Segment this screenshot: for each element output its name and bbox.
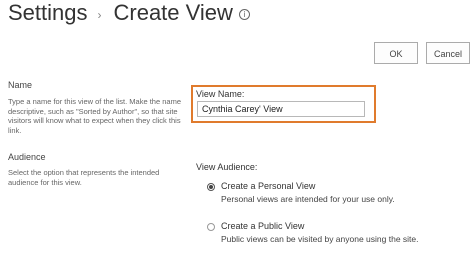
- ok-button[interactable]: OK: [374, 42, 418, 64]
- breadcrumb-separator-icon: ›: [97, 8, 102, 22]
- name-section-title: Name: [8, 80, 33, 90]
- public-view-radio[interactable]: [207, 223, 215, 231]
- personal-view-option-description: Personal views are intended for your use…: [221, 194, 395, 204]
- view-name-label: View Name:: [196, 89, 245, 99]
- view-audience-label: View Audience:: [196, 162, 258, 172]
- personal-view-option-label[interactable]: Create a Personal View: [221, 181, 315, 191]
- audience-section-title: Audience: [8, 152, 46, 162]
- page-title-text: Create View: [113, 0, 233, 25]
- personal-view-radio[interactable]: [207, 183, 215, 191]
- public-view-option-description: Public views can be visited by anyone us…: [221, 234, 419, 244]
- cancel-button[interactable]: Cancel: [426, 42, 470, 64]
- audience-section-description: Select the option that represents the in…: [8, 168, 160, 187]
- info-icon[interactable]: i: [238, 8, 250, 20]
- breadcrumb-settings[interactable]: Settings: [8, 0, 88, 26]
- view-name-input[interactable]: Cynthia Carey' View: [197, 101, 365, 117]
- public-view-option-label[interactable]: Create a Public View: [221, 221, 304, 231]
- name-section-description: Type a name for this view of the list. M…: [8, 97, 181, 135]
- page-title: Settings › Create View i: [8, 0, 250, 26]
